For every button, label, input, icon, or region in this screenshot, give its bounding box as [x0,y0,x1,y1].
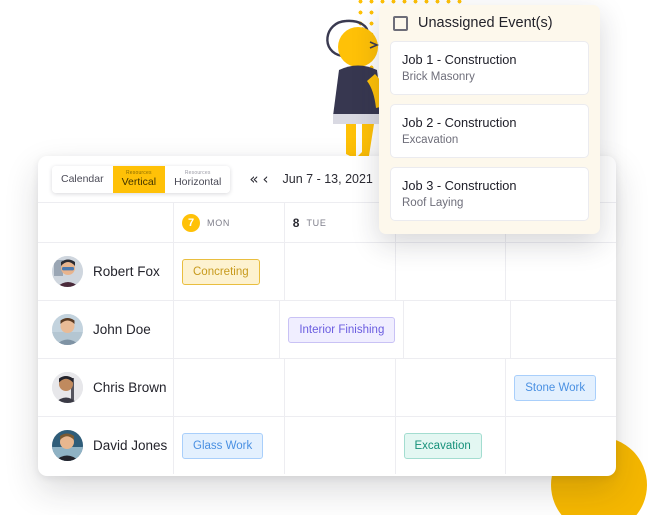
job-subtitle-0: Brick Masonry [402,71,475,83]
resource-name-3: David Jones [93,438,168,453]
event-cell-1-3[interactable] [511,301,616,358]
resource-cell-0[interactable]: Robert Fox [38,243,174,300]
unassigned-events-title: Unassigned Event(s) [418,15,553,31]
resource-name-2: Chris Brown [93,380,167,395]
select-all-checkbox[interactable] [393,15,408,31]
list-item[interactable]: Job 3 - Construction Roof Laying [390,167,589,221]
prev-period-icon[interactable]: ‹ [262,171,270,187]
list-item[interactable]: Job 2 - Construction Excavation [390,104,589,158]
day-number-1: 8 [292,215,300,230]
avatar [52,430,83,461]
day-header-0[interactable]: 7 MON [174,203,285,242]
view-switcher[interactable]: Calendar Resources Vertical Resources Ho… [52,165,231,193]
table-row: David Jones Glass Work Excavation [38,417,616,474]
unassigned-events-header: Unassigned Event(s) [390,15,589,31]
view-calendar-button[interactable]: Calendar [52,165,113,193]
date-range-label: Jun 7 - 13, 2021 [282,172,373,186]
view-resources-horizontal-button[interactable]: Resources Horizontal [165,165,231,193]
day-dow-1: TUE [306,217,327,228]
event-cell-3-0[interactable]: Glass Work [174,417,285,474]
job-subtitle-2: Roof Laying [402,197,464,209]
event-cell-3-3[interactable] [506,417,616,474]
event-chip-concreting[interactable]: Concreting [182,258,260,285]
event-cell-2-0[interactable] [174,359,285,416]
table-row: Chris Brown Stone Work [38,359,616,417]
event-cell-3-1[interactable] [285,417,396,474]
avatar [52,372,83,403]
list-item[interactable]: Job 1 - Construction Brick Masonry [390,41,589,95]
event-cell-0-0[interactable]: Concreting [174,243,285,300]
event-chip-excavation[interactable]: Excavation [403,432,482,459]
job-title-1: Job 2 - Construction [402,115,517,130]
event-chip-interior-finishing[interactable]: Interior Finishing [288,316,396,343]
table-row: John Doe Interior Finishing [38,301,616,359]
view-calendar-label: Calendar [61,173,104,186]
resource-cell-3[interactable]: David Jones [38,417,174,474]
event-cell-0-1[interactable] [285,243,396,300]
table-row: Robert Fox Concreting [38,243,616,301]
event-cell-2-1[interactable] [285,359,396,416]
event-chip-stone-work[interactable]: Stone Work [514,374,597,401]
day-dow-0: MON [207,217,231,228]
view-resources-vertical-button[interactable]: Resources Vertical [112,165,166,193]
view-resources-horizontal-label: Horizontal [174,175,222,188]
prev-period-double-icon[interactable]: « [248,171,259,187]
job-title-2: Job 3 - Construction [402,178,517,193]
job-title-0: Job 1 - Construction [402,52,517,67]
event-cell-2-2[interactable] [396,359,507,416]
event-cell-1-0[interactable] [174,301,281,358]
event-cell-1-1[interactable]: Interior Finishing [280,301,405,358]
event-cell-0-3[interactable] [506,243,616,300]
resource-cell-1[interactable]: John Doe [38,301,174,358]
avatar [52,314,83,345]
resource-column-header [38,203,174,242]
event-chip-glass-work[interactable]: Glass Work [182,432,264,459]
unassigned-events-panel: Unassigned Event(s) Job 1 - Construction… [379,5,600,234]
event-cell-2-3[interactable]: Stone Work [506,359,616,416]
view-resources-horizontal-sub: Resources [184,169,211,176]
day-number-0: 7 [182,213,200,232]
date-navigation: « ‹ Jun 7 - 13, 2021 [248,171,396,187]
screenshot-stage: Calendar Resources Vertical Resources Ho… [0,0,655,515]
event-cell-3-2[interactable]: Excavation [396,417,507,474]
resource-cell-2[interactable]: Chris Brown [38,359,174,416]
job-subtitle-1: Excavation [402,134,459,146]
event-cell-0-2[interactable] [396,243,507,300]
avatar [52,256,83,287]
event-cell-1-2[interactable] [404,301,511,358]
resource-name-0: Robert Fox [93,264,160,279]
view-resources-vertical-label: Vertical [121,175,157,188]
resource-calendar-grid: 7 MON 8 TUE Robert Fox Concreting John D… [38,202,616,474]
view-resources-vertical-sub: Resources [125,169,152,176]
resource-name-1: John Doe [93,322,151,337]
